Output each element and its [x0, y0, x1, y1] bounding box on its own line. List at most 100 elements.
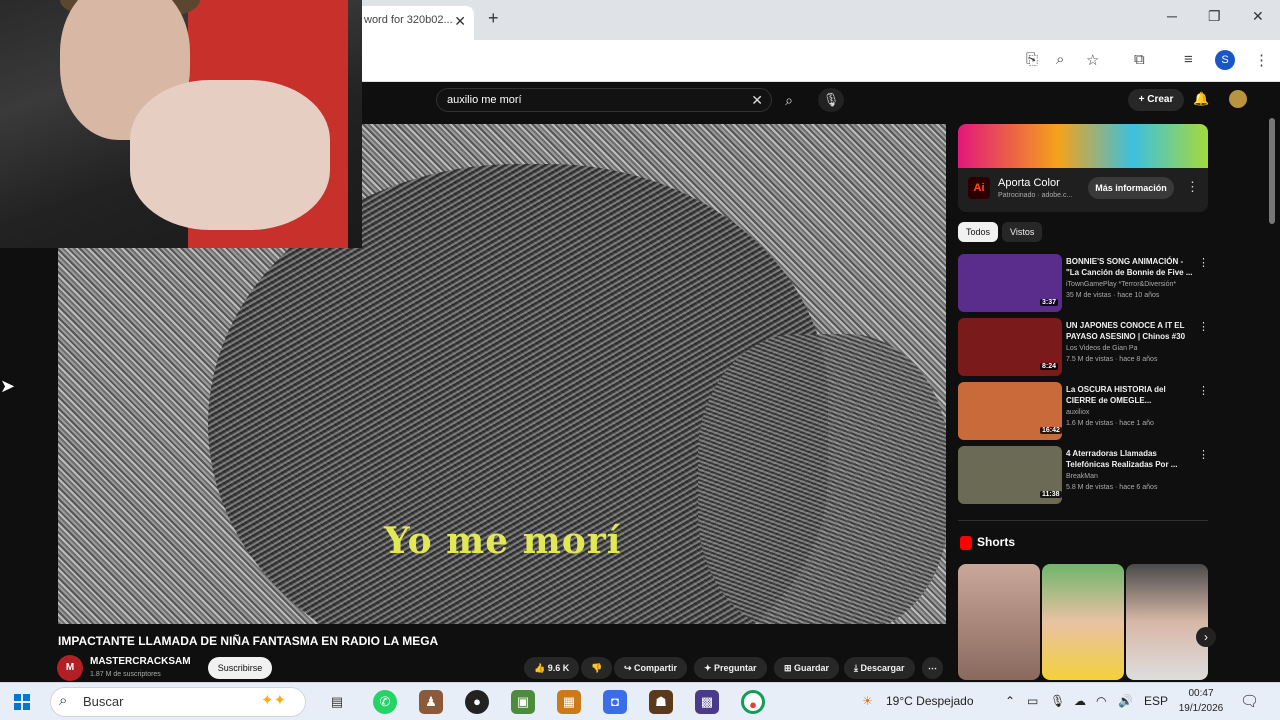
- webcam-overlay: [0, 0, 362, 248]
- recommendation-menu-icon[interactable]: ⋮: [1198, 320, 1209, 333]
- ad-sponsored: Patrocinado · adobe.c...: [998, 192, 1073, 199]
- browser-profile-avatar[interactable]: S: [1215, 50, 1235, 70]
- whatsapp-icon[interactable]: ✆: [373, 690, 397, 714]
- bookmark-star-icon[interactable]: ☆: [1086, 51, 1099, 69]
- recommendation-views: 1.6 M de vistas · hace 1 año: [1066, 420, 1154, 427]
- extensions-icon[interactable]: ⧉: [1134, 51, 1145, 68]
- volume-icon[interactable]: 🔊: [1118, 694, 1133, 708]
- recommendation-item[interactable]: 11:38 4 Aterradoras Llamadas Telefónicas…: [958, 446, 1209, 504]
- create-button[interactable]: + Crear: [1128, 89, 1184, 111]
- webcam-hand: [130, 80, 330, 230]
- download-button[interactable]: ⤓ Descargar: [844, 657, 915, 679]
- subscribe-button[interactable]: Suscribirse: [208, 657, 272, 679]
- dislike-button[interactable]: 👎: [581, 657, 613, 679]
- wifi-icon[interactable]: ◠: [1096, 694, 1106, 708]
- taskbar-search-input[interactable]: ⌕ Buscar ✦✦: [50, 687, 306, 717]
- minecraft-icon[interactable]: ▣: [511, 690, 535, 714]
- task-view-icon[interactable]: ▤: [325, 690, 349, 714]
- save-button[interactable]: ⊞ Guardar: [774, 657, 840, 679]
- video-duration: 11:38: [1040, 491, 1062, 498]
- mouse-cursor-icon: ➤: [0, 376, 16, 396]
- game-launcher-icon[interactable]: ▦: [557, 690, 581, 714]
- chip-all[interactable]: Todos: [958, 222, 999, 242]
- recommendation-views: 7.5 M de vistas · hace 8 años: [1066, 356, 1158, 363]
- video-duration: 16:42: [1040, 427, 1062, 434]
- search-icon[interactable]: ⌕: [776, 88, 802, 112]
- zoom-icon[interactable]: ⌕: [1056, 51, 1064, 68]
- search-input[interactable]: auxilio me morí ✕: [436, 88, 772, 112]
- install-icon[interactable]: ⎘: [1026, 51, 1038, 68]
- clock-date: 19/1/2026: [1178, 703, 1224, 714]
- recommendation-item[interactable]: 3:37 BONNIE'S SONG ANIMACIÓN - "La Canci…: [958, 254, 1209, 312]
- like-button[interactable]: 👍 9.6 K: [524, 657, 580, 679]
- weather-icon[interactable]: ☀: [862, 694, 873, 708]
- short-thumbnail[interactable]: [1126, 564, 1208, 680]
- media-app-icon[interactable]: ●: [465, 690, 489, 714]
- recommendation-channel: auxiliox: [1066, 409, 1090, 416]
- recommendation-menu-icon[interactable]: ⋮: [1198, 384, 1209, 397]
- close-tab-icon[interactable]: ✕: [454, 13, 466, 30]
- share-button[interactable]: ↪ Compartir: [614, 657, 688, 679]
- sponsored-ad[interactable]: Ai Aporta Color Patrocinado · adobe.c...…: [958, 124, 1208, 212]
- clock-time: 00:47: [1188, 688, 1214, 699]
- like-count: 9.6 K: [547, 663, 570, 673]
- shorts-heading: Shorts: [977, 535, 1016, 549]
- browser-menu-icon[interactable]: ⋮: [1254, 51, 1269, 69]
- channel-avatar[interactable]: M: [57, 655, 83, 681]
- recommendation-title[interactable]: BONNIE'S SONG ANIMACIÓN - "La Canción de…: [1066, 256, 1194, 278]
- weather-text[interactable]: 19°C Despejado: [886, 694, 974, 708]
- minimize-button[interactable]: ─: [1167, 8, 1177, 24]
- close-window-button[interactable]: ✕: [1252, 8, 1264, 25]
- video-frame-shape-2: [698, 334, 946, 624]
- recommendation-item[interactable]: 16:42 La OSCURA HISTORIA del CIERRE de O…: [958, 382, 1209, 440]
- microphone-tray-icon[interactable]: 🎙: [1050, 694, 1065, 708]
- tray-device-icon[interactable]: ▭: [1027, 694, 1038, 708]
- new-tab-button[interactable]: +: [488, 8, 499, 29]
- video-duration: 3:37: [1040, 299, 1059, 306]
- chrome-icon[interactable]: ●: [741, 690, 765, 714]
- more-info-button[interactable]: Más información: [1088, 177, 1174, 199]
- language-indicator[interactable]: ESP: [1144, 694, 1168, 708]
- scrollbar-thumb[interactable]: [1269, 118, 1275, 224]
- short-thumbnail[interactable]: [958, 564, 1040, 680]
- video-caption: Yo me morí: [384, 520, 622, 562]
- discord-style-icon[interactable]: ◘: [603, 690, 627, 714]
- left-margin: [0, 248, 58, 680]
- taskbar-search-placeholder: Buscar: [83, 694, 124, 709]
- recommendation-menu-icon[interactable]: ⋮: [1198, 448, 1209, 461]
- game-app-icon[interactable]: ♟: [419, 690, 443, 714]
- microphone-icon[interactable]: 🎙: [818, 88, 844, 112]
- recommendation-menu-icon[interactable]: ⋮: [1198, 256, 1209, 269]
- game-icon[interactable]: ▩: [695, 690, 719, 714]
- recommendation-title[interactable]: La OSCURA HISTORIA del CIERRE de OMEGLE.…: [1066, 384, 1194, 406]
- page-scrollbar[interactable]: [1268, 118, 1276, 680]
- short-thumbnail[interactable]: [1042, 564, 1124, 680]
- windows-start-icon[interactable]: [14, 694, 30, 710]
- recommendation-channel: Los Videos de Gian Pa: [1066, 345, 1138, 352]
- chevron-right-icon[interactable]: ›: [1196, 627, 1216, 647]
- onedrive-icon[interactable]: ☁: [1074, 694, 1086, 708]
- browser-tab[interactable]: word for 320b02... ✕: [352, 6, 474, 40]
- ad-menu-icon[interactable]: ⋮: [1186, 179, 1199, 195]
- recommendation-channel: iTownGamePlay *Terror&Diversión*: [1066, 281, 1177, 288]
- recommendation-title[interactable]: UN JAPONES CONOCE A IT EL PAYASO ASESINO…: [1066, 320, 1194, 342]
- tray-chevron-up-icon[interactable]: ⌃: [1005, 694, 1015, 708]
- notifications-bell-icon[interactable]: 🔔: [1193, 91, 1209, 107]
- ask-button[interactable]: ✦ Preguntar: [694, 657, 767, 679]
- user-avatar[interactable]: [1229, 90, 1247, 108]
- tab-title: word for 320b02...: [364, 14, 453, 26]
- chip-watched[interactable]: Vistos: [1002, 222, 1043, 242]
- copilot-sparkle-icon: ✦✦: [261, 692, 287, 709]
- media-control-icon[interactable]: ≡: [1184, 51, 1193, 68]
- more-actions-button[interactable]: ⋯: [922, 657, 943, 679]
- recommendation-item[interactable]: 8:24 UN JAPONES CONOCE A IT EL PAYASO AS…: [958, 318, 1209, 376]
- recommendation-title[interactable]: 4 Aterradoras Llamadas Telefónicas Reali…: [1066, 448, 1194, 470]
- search-icon: ⌕: [59, 692, 68, 709]
- system-clock[interactable]: 00:47 19/1/2026: [1176, 686, 1226, 716]
- channel-name[interactable]: MASTERCRACKSAM: [90, 656, 191, 667]
- recommendation-views: 35 M de vistas · hace 10 años: [1066, 292, 1160, 299]
- maximize-button[interactable]: ❐: [1208, 8, 1221, 25]
- fnaf-game-icon[interactable]: ☗: [649, 690, 673, 714]
- notifications-icon[interactable]: 🗨: [1240, 692, 1259, 710]
- clear-search-icon[interactable]: ✕: [751, 92, 763, 109]
